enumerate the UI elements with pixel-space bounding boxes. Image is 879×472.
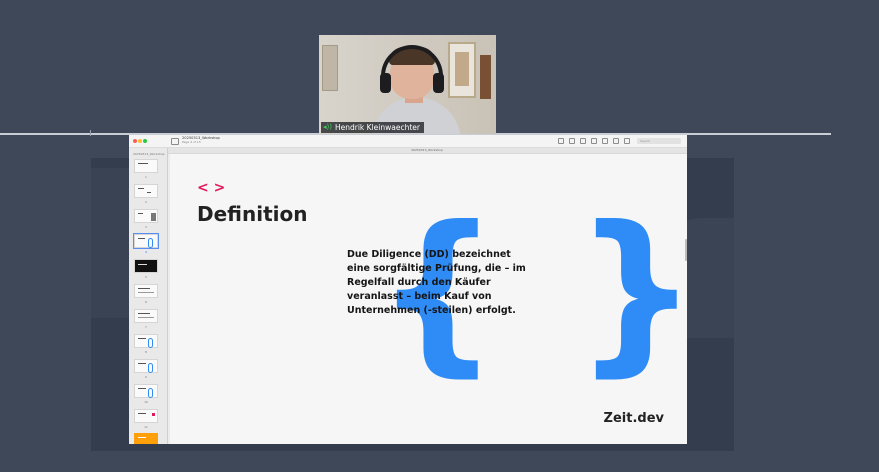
- tab-document[interactable]: 20250313_Workshop: [167, 148, 687, 153]
- close-window-button[interactable]: [133, 139, 137, 143]
- slide-title: Definition: [197, 202, 308, 226]
- wall-picture: [480, 55, 491, 99]
- maximize-window-button[interactable]: [143, 139, 147, 143]
- sidebar-header: 20250313_Workshop: [133, 152, 165, 156]
- markup-icon[interactable]: [602, 138, 608, 144]
- divider-tick: [90, 130, 91, 136]
- participant-name-tag: ◂)) Hendrik Kleinwaechter: [321, 122, 424, 133]
- participant-name: Hendrik Kleinwaechter: [334, 123, 420, 132]
- page-number: 2: [145, 200, 147, 204]
- page-thumbnail-selected[interactable]: [133, 233, 159, 249]
- page-number: 3: [145, 225, 147, 229]
- page-number: 7: [145, 325, 147, 329]
- share-icon[interactable]: [591, 138, 597, 144]
- participant-video-tile[interactable]: ◂)) Hendrik Kleinwaechter: [319, 35, 496, 134]
- preview-app-window: 20250313_Workshop Page 4 of 15 Search 20…: [129, 135, 687, 444]
- wall-picture-frame: [448, 42, 476, 98]
- definition-text: Due Diligence (DD) bezeichnet eine sorgf…: [347, 249, 526, 316]
- thumbnail-sidebar: 20250313_Workshop 1 2 3 4 5 6 7 8 9 10 1…: [129, 148, 168, 444]
- page-number: 10: [144, 400, 148, 404]
- page-thumbnail[interactable]: [134, 184, 158, 198]
- right-curly-brace: }: [574, 190, 687, 393]
- headphone-right: [433, 73, 444, 93]
- page-number: 5: [145, 275, 147, 279]
- window-titlebar: 20250313_Workshop Page 4 of 15 Search: [129, 135, 687, 148]
- page-thumbnail[interactable]: [134, 284, 158, 298]
- page-number: 8: [145, 350, 147, 354]
- page-thumbnail[interactable]: [134, 334, 158, 348]
- headphone-left: [380, 73, 391, 93]
- page-thumbnail[interactable]: [134, 409, 158, 423]
- minimize-window-button[interactable]: [138, 139, 142, 143]
- scrollbar-thumb[interactable]: [685, 239, 687, 261]
- brand-logo-text: Zeit.dev: [603, 411, 664, 426]
- wall-picture: [322, 45, 338, 91]
- page-number: 4: [145, 250, 147, 254]
- page-number: 11: [144, 425, 148, 429]
- zoom-out-icon[interactable]: [569, 138, 575, 144]
- info-icon[interactable]: [558, 138, 564, 144]
- page-thumbnail[interactable]: [134, 259, 158, 273]
- page-thumbnail[interactable]: [134, 359, 158, 373]
- document-subtitle: Page 4 of 15: [182, 140, 201, 144]
- page-number: 1: [145, 175, 147, 179]
- search-input[interactable]: Search: [637, 138, 681, 144]
- rotate-icon[interactable]: [613, 138, 619, 144]
- page-thumbnail[interactable]: [134, 433, 158, 444]
- sidebar-toggle-icon[interactable]: [171, 138, 179, 145]
- highlight-icon[interactable]: [624, 138, 630, 144]
- slide-canvas: < > Definition { } Due Diligence (DD) be…: [170, 154, 687, 444]
- zoom-in-icon[interactable]: [580, 138, 586, 144]
- page-thumbnail[interactable]: [134, 159, 158, 173]
- page-thumbnail[interactable]: [134, 384, 158, 398]
- audio-active-icon: ◂)): [323, 123, 332, 131]
- page-thumbnail[interactable]: [134, 209, 158, 223]
- code-brackets-icon: < >: [197, 180, 226, 196]
- page-number: 9: [145, 375, 147, 379]
- page-number: 6: [145, 300, 147, 304]
- toolbar-icons: [558, 138, 630, 144]
- page-thumbnail[interactable]: [134, 309, 158, 323]
